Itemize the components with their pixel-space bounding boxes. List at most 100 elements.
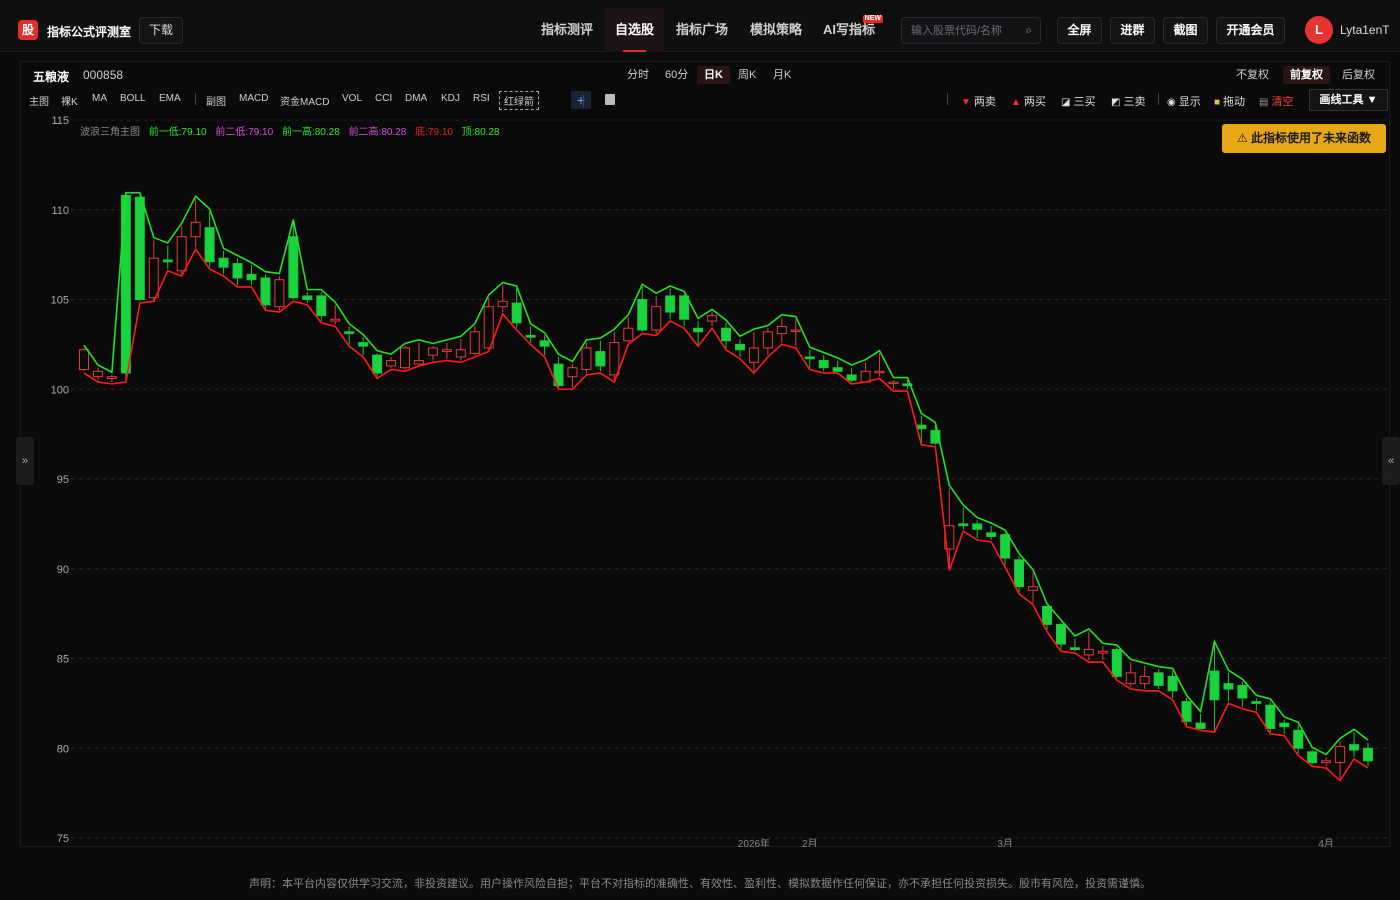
indicator-red-green-arrow[interactable]: 红绿箭 (499, 91, 539, 110)
search-input[interactable] (902, 18, 1012, 43)
candle-body (748, 347, 759, 363)
period-tab-daily[interactable]: 日K (697, 66, 730, 84)
stock-search[interactable]: ⌕ (901, 17, 1041, 44)
indicator-vol[interactable]: VOL (342, 93, 362, 104)
tool-three-sell[interactable]: ◩ 三卖 (1111, 93, 1145, 109)
candle-body (1293, 729, 1304, 749)
download-button[interactable]: 下载 (139, 17, 183, 44)
indicator-rsi[interactable]: RSI (473, 93, 490, 104)
screenshot-button[interactable]: 截图 (1163, 17, 1208, 44)
candle-body (623, 327, 634, 342)
app-brand[interactable]: 指标公式评测室 (47, 23, 131, 40)
tool-clear[interactable]: ▤ 清空 (1259, 93, 1293, 109)
candle-body (539, 340, 550, 347)
nav-sim-strategy[interactable]: 模拟策略 (740, 8, 812, 52)
candle-body (120, 194, 131, 374)
candle-body (400, 347, 410, 369)
tool-two-buy[interactable]: ▲ 两买 (1011, 93, 1046, 109)
candle-body (958, 523, 969, 527)
nav-indicator-review[interactable]: 指标测评 (531, 8, 603, 52)
candle-body (707, 315, 718, 322)
divider (1158, 93, 1159, 105)
candle-body (986, 532, 997, 537)
candle-body (581, 347, 592, 371)
divider (947, 93, 948, 105)
candle-body (79, 349, 89, 371)
indicator-boll[interactable]: BOLL (120, 93, 146, 104)
down-triangle-icon: ▼ (961, 97, 971, 108)
candle-body (372, 354, 383, 374)
indicator-ema[interactable]: EMA (159, 93, 181, 104)
candle-body (567, 367, 578, 378)
username[interactable]: Lyta1enT (1340, 23, 1390, 37)
indicator-naked-k[interactable]: 裸K (61, 93, 78, 108)
candle-body (344, 331, 355, 335)
tool-show[interactable]: ◉ 显示 (1167, 93, 1201, 109)
candle-body (511, 302, 522, 324)
candle-body (693, 327, 704, 333)
candle-body (1321, 760, 1332, 764)
stock-code: 000858 (83, 68, 124, 82)
candle-body (972, 523, 983, 530)
candle-body (637, 299, 648, 331)
join-group-button[interactable]: 进群 (1110, 17, 1155, 44)
candle-body (204, 227, 215, 263)
add-indicator-button[interactable]: + (571, 91, 591, 109)
indicator-kdj[interactable]: KDJ (441, 93, 460, 104)
candle-body (1153, 672, 1164, 686)
candle-body (595, 351, 606, 367)
candle-body (1125, 672, 1136, 685)
save-icon[interactable] (605, 94, 615, 105)
search-icon[interactable]: ⌕ (1025, 23, 1032, 38)
draw-tools-dropdown[interactable]: 画线工具 ▼ (1309, 89, 1388, 111)
candlestick-chart[interactable]: 75 80 85 90 95 100 105 110 115 2026年 2月 3月 4月 (21, 112, 1391, 847)
sub-chart-label: 副图 (206, 97, 226, 108)
nav-watchlist[interactable]: 自选股 (605, 8, 665, 52)
candle-body (1042, 605, 1052, 625)
candle-body (1014, 559, 1025, 588)
candle-body (134, 196, 145, 300)
period-tab-weekly[interactable]: 周K (731, 66, 763, 84)
candle-body (818, 360, 829, 369)
divider (195, 93, 196, 105)
candle-body (1251, 701, 1262, 704)
indicator-cci[interactable]: CCI (375, 93, 392, 104)
indicator-ma[interactable]: MA (92, 93, 107, 104)
x-tick-label: 3月 (997, 838, 1013, 847)
candle-body (776, 325, 787, 335)
candle-body (232, 263, 243, 279)
candle-body (1139, 675, 1150, 685)
x-tick-label: 2026年 (738, 837, 770, 847)
membership-button[interactable]: 开通会员 (1216, 17, 1285, 44)
adjust-backward[interactable]: 后复权 (1335, 66, 1382, 84)
indicator-fund-macd[interactable]: 资金MACD (280, 93, 329, 108)
adjust-forward[interactable]: 前复权 (1283, 66, 1330, 84)
adjust-none[interactable]: 不复权 (1229, 66, 1276, 84)
candle-body (525, 334, 536, 338)
period-tab-monthly[interactable]: 月K (766, 66, 798, 84)
period-tab-intraday[interactable]: 分时 (620, 66, 656, 84)
x-tick-label: 4月 (1318, 838, 1334, 847)
y-tick-label: 75 (57, 833, 69, 845)
candle-body (246, 273, 257, 281)
y-tick-label: 80 (57, 743, 69, 755)
candle-body (441, 349, 452, 353)
indicator-dma[interactable]: DMA (405, 93, 427, 104)
tool-drag[interactable]: ■ 拖动 (1214, 93, 1245, 109)
indicator-macd[interactable]: MACD (239, 93, 268, 104)
tool-two-sell[interactable]: ▼ 两卖 (961, 93, 996, 109)
tool-three-buy[interactable]: ◪ 三买 (1061, 93, 1095, 109)
candle-body (316, 295, 327, 317)
candle-body (1181, 701, 1192, 722)
app-logo-icon[interactable]: 股 (18, 20, 38, 40)
period-tab-60min[interactable]: 60分 (658, 66, 695, 84)
candle-body (92, 370, 103, 378)
fullscreen-button[interactable]: 全屏 (1057, 17, 1102, 44)
trash-icon: ▤ (1259, 97, 1269, 108)
nav-indicator-square[interactable]: 指标广场 (666, 8, 738, 52)
nav-ai-indicator[interactable]: AI写指标 NEW (813, 8, 885, 52)
candle-body (469, 331, 480, 354)
trend-down-icon: ◩ (1111, 97, 1121, 108)
avatar[interactable]: L (1305, 16, 1333, 44)
up-triangle-icon: ▲ (1011, 97, 1021, 108)
